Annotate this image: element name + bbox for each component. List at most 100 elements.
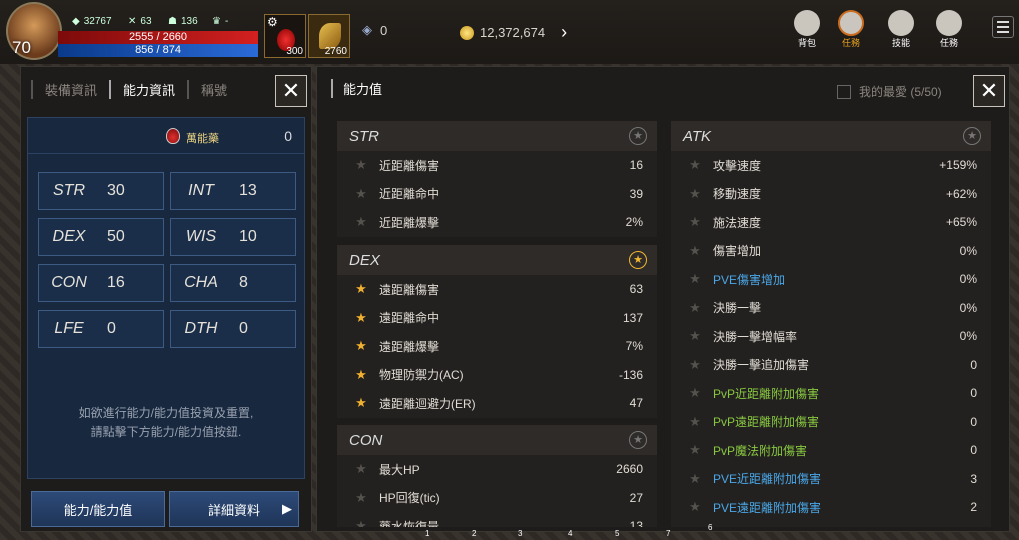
star-icon[interactable]: ★ xyxy=(681,243,709,259)
star-icon[interactable]: ★ xyxy=(347,281,375,297)
trophy-icon: ♛ xyxy=(212,16,221,27)
stat-value: 0% xyxy=(959,300,977,315)
attribute-box: 萬能藥 0 STR 30 INT 13 DEX 50 WIS 10 CON 16 CHA 8… xyxy=(27,117,305,479)
star-icon[interactable]: ★ xyxy=(681,499,709,515)
stat-row: ★ PVE遠距離附加傷害 2 xyxy=(671,493,991,522)
stat-name: 移動速度 xyxy=(713,187,762,202)
tab-equipment[interactable]: 裝備資訊 xyxy=(31,79,109,99)
favorite-star-icon[interactable]: ★ xyxy=(629,127,647,145)
hotkey-6[interactable]: 6 xyxy=(708,523,712,532)
attr-wis[interactable]: WIS 10 xyxy=(170,218,296,256)
quest-button[interactable]: 任務 xyxy=(838,10,864,49)
stat-name: 決勝一擊追加傷害 xyxy=(713,358,810,373)
star-icon[interactable]: ★ xyxy=(347,214,375,230)
star-icon[interactable]: ★ xyxy=(681,414,709,430)
main-menu-button[interactable] xyxy=(992,16,1014,38)
star-icon[interactable]: ★ xyxy=(681,328,709,344)
star-icon[interactable]: ★ xyxy=(347,367,375,383)
close-button[interactable]: ✕ xyxy=(973,75,1005,107)
hotkey-7[interactable]: 7 xyxy=(666,529,670,538)
section-dex: DEX ★ ★ 遠距離傷害 63 ★ 遠距離命中 137 ★ 遠距離爆擊 7% ★ 物理防禦力(… xyxy=(337,245,657,418)
close-button[interactable]: ✕ xyxy=(275,75,307,107)
panel-title: 能力值 xyxy=(331,79,382,98)
chevron-right-icon[interactable]: › xyxy=(561,22,567,43)
stat-value: 0 xyxy=(970,386,977,401)
slot-count: 300 xyxy=(286,46,303,57)
arrow-right-icon: ▶ xyxy=(282,501,292,516)
favorite-star-icon[interactable]: ★ xyxy=(629,251,647,269)
info-tabs: 裝備資訊 能力資訊 稱號 xyxy=(31,73,281,105)
stat-row: ★ 決勝一擊增幅率 0% xyxy=(671,322,991,351)
favorite-star-icon[interactable]: ★ xyxy=(963,127,981,145)
crystal-icon: ◈ xyxy=(362,22,372,37)
tab-ability[interactable]: 能力資訊 xyxy=(109,79,187,99)
top-hud: 70 ◆ 32767 ✕ 63 ☗ 136 ♛ - 2555 / 2660 856 / … xyxy=(0,0,1019,64)
stat-row: ★ 近距離傷害 16 xyxy=(337,151,657,180)
attr-dth[interactable]: DTH 0 xyxy=(170,310,296,348)
attr-con[interactable]: CON 16 xyxy=(38,264,164,302)
gold-counter: 12,372,674 › xyxy=(460,22,567,43)
hotkey-4[interactable]: 4 xyxy=(568,529,572,538)
character-info-panel: 裝備資訊 能力資訊 稱號 ✕ 萬能藥 0 STR 30 INT 13 DEX 50 W… xyxy=(20,66,312,532)
hotkey-1[interactable]: 1 xyxy=(425,529,429,538)
favorites-filter[interactable]: 我的最愛 (5/50) xyxy=(837,83,942,100)
skill-button[interactable]: 技能 xyxy=(888,10,914,49)
attr-lfe[interactable]: LFE 0 xyxy=(38,310,164,348)
stat-row: ★ 近距離爆擊 2% xyxy=(337,208,657,237)
star-icon[interactable]: ★ xyxy=(681,157,709,173)
star-icon[interactable]: ★ xyxy=(347,490,375,506)
star-icon[interactable]: ★ xyxy=(681,471,709,487)
stat-name: 攻擊速度 xyxy=(713,158,762,173)
star-icon[interactable]: ★ xyxy=(681,186,709,202)
stat-name: PVE遠距離附加傷害 xyxy=(713,500,822,515)
attr-dex[interactable]: DEX 50 xyxy=(38,218,164,256)
stat-value: 0 xyxy=(970,443,977,458)
stat-value: 0% xyxy=(959,272,977,287)
star-icon[interactable]: ★ xyxy=(681,271,709,287)
feather-slot[interactable]: 2760 xyxy=(308,14,350,58)
star-icon[interactable]: ★ xyxy=(681,357,709,373)
star-icon[interactable]: ★ xyxy=(681,385,709,401)
attr-int[interactable]: INT 13 xyxy=(170,172,296,210)
mission-button[interactable]: 任務 xyxy=(936,10,962,49)
star-icon[interactable]: ★ xyxy=(681,442,709,458)
star-icon[interactable]: ★ xyxy=(347,338,375,354)
mini-stat-3: ☗ 136 xyxy=(168,16,198,27)
star-icon[interactable]: ★ xyxy=(347,518,375,527)
star-icon[interactable]: ★ xyxy=(347,310,375,326)
details-button[interactable]: 詳細資料 ▶ xyxy=(169,491,299,527)
star-icon[interactable]: ★ xyxy=(347,395,375,411)
hotkey-3[interactable]: 3 xyxy=(518,529,522,538)
stat-row: ★ 近距離命中 39 xyxy=(337,180,657,209)
helmet-icon: ☗ xyxy=(168,16,177,27)
character-level: 70 xyxy=(12,38,31,57)
ability-button[interactable]: 能力/能力值 xyxy=(31,491,165,527)
star-icon[interactable]: ★ xyxy=(347,157,375,173)
stat-value: 2 xyxy=(970,500,977,515)
stat-value: 0 xyxy=(970,357,977,372)
hotkey-5[interactable]: 5 xyxy=(615,529,619,538)
favorite-star-icon[interactable]: ★ xyxy=(629,431,647,449)
section-con: CON ★ ★ 最大HP 2660 ★ HP回復(tic) 27 ★ 藥水恢復量 13 xyxy=(337,425,657,527)
stat-name: PvP遠距離附加傷害 xyxy=(713,415,820,430)
potion-slot[interactable]: ⚙ 300 xyxy=(264,14,306,58)
attr-cha[interactable]: CHA 8 xyxy=(170,264,296,302)
star-icon[interactable]: ★ xyxy=(347,461,375,477)
sword-icon: ✕ xyxy=(128,16,137,27)
star-icon[interactable]: ★ xyxy=(347,186,375,202)
attr-str[interactable]: STR 30 xyxy=(38,172,164,210)
hotkey-2[interactable]: 2 xyxy=(472,529,476,538)
tab-title[interactable]: 稱號 xyxy=(187,79,239,99)
stat-name: PvP魔法附加傷害 xyxy=(713,443,808,458)
section-atk: ATK ★ ★ 攻擊速度 +159% ★ 移動速度 +62% ★ 施法速度 +65% ★ 傷害增加 0%… xyxy=(671,121,991,527)
elixir-label: 萬能藥 xyxy=(186,133,219,145)
star-icon[interactable]: ★ xyxy=(681,214,709,230)
bag-button[interactable]: 背包 xyxy=(794,10,820,49)
star-icon[interactable]: ★ xyxy=(681,300,709,316)
quest-icon xyxy=(838,10,864,36)
mp-bar: 856 / 874 xyxy=(58,44,258,57)
favorites-checkbox[interactable] xyxy=(837,84,851,99)
gear-icon: ⚙ xyxy=(267,15,278,29)
stat-name: PVE傷害增加 xyxy=(713,272,786,287)
stat-row: ★ 傷害增加 0% xyxy=(671,237,991,266)
